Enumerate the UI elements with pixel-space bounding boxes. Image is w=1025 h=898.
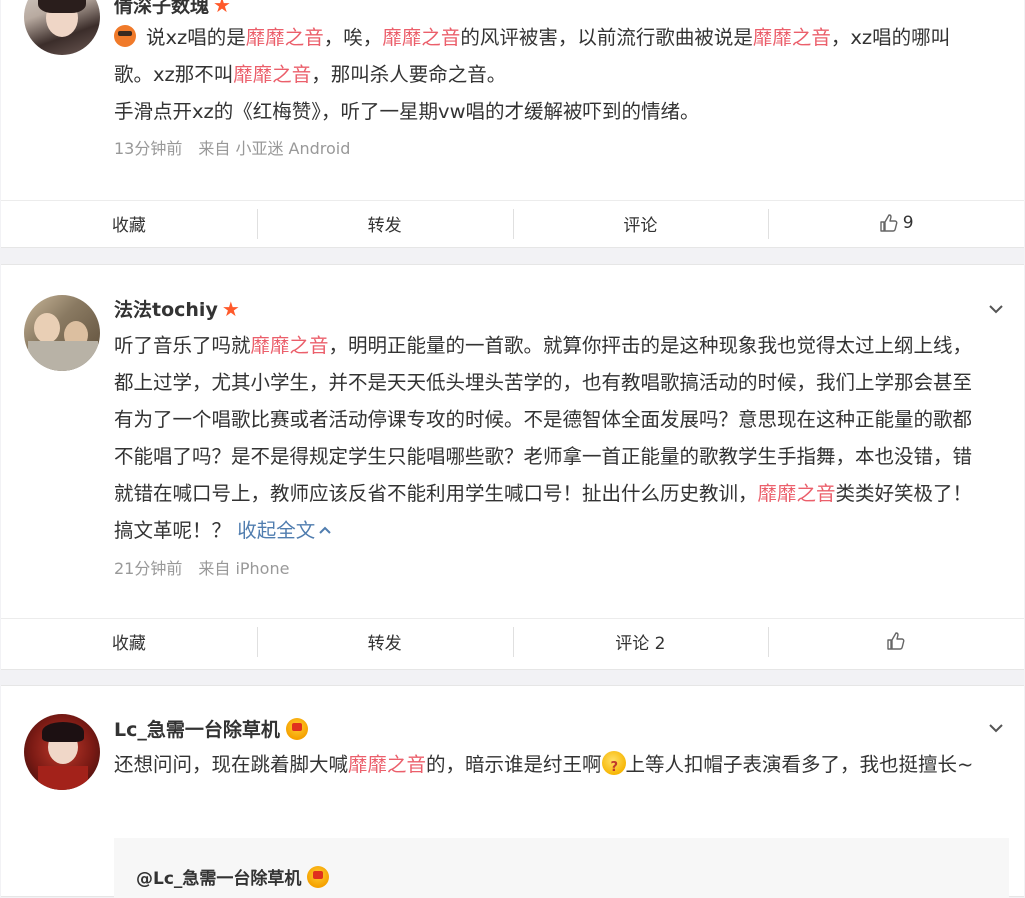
content-paragraph: 听了音乐了吗就靡靡之音，明明正能量的一首歌。就算你抨击的是这种现象我也觉得太过上… (114, 327, 989, 549)
content-text: ，明明正能量的一首歌。就算你抨击的是这种现象我也觉得太过上纲上线，都上过学，尤其… (114, 334, 973, 505)
face-emoji-icon (114, 25, 136, 47)
collapse-text-link[interactable]: 收起全文 (237, 519, 315, 542)
username-text[interactable]: Lc_急需一台除草机 (114, 715, 280, 742)
chevron-down-icon[interactable] (988, 301, 1004, 317)
avatar[interactable] (24, 295, 100, 371)
hashtag-link[interactable]: 靡靡之音 (233, 63, 311, 86)
content-text: 手滑点开xz的《红梅赞》，听了一星期vw唱的才缓解被吓到的情绪。 (114, 100, 700, 123)
hashtag-link[interactable]: 靡靡之音 (348, 753, 426, 776)
content-text: ，那叫杀人要命之音。 (311, 63, 507, 86)
repost-button[interactable]: 转发 (256, 201, 513, 245)
post-content: 说xz唱的是靡靡之音，唉，靡靡之音的风评被害，以前流行歌曲被说是靡靡之音，xz唱… (114, 19, 989, 130)
comment-button[interactable]: 评论 2 (512, 619, 769, 663)
repost-label: 转发 (367, 215, 402, 236)
quoted-post[interactable]: @Lc_急需一台除草机 (114, 838, 1009, 898)
repost-label: 转发 (367, 633, 402, 654)
content-paragraph: 手滑点开xz的《红梅赞》，听了一星期vw唱的才缓解被吓到的情绪。 (114, 93, 989, 130)
username[interactable]: Lc_急需一台除草机 (114, 715, 308, 742)
favorite-label: 收藏 (111, 633, 146, 654)
avatar[interactable] (24, 714, 100, 790)
chevron-down-icon[interactable] (988, 720, 1004, 736)
username-text[interactable]: 倩深子数瑰 (114, 0, 209, 18)
comment-label: 评论 2 (615, 633, 666, 654)
favorite-button[interactable]: 收藏 (1, 619, 257, 663)
like-button[interactable] (768, 619, 1024, 663)
post-meta: 21分钟前 来自 iPhone (114, 559, 290, 578)
action-bar: 收藏 转发 评论 2 (1, 618, 1024, 663)
star-badge-icon: ★ (213, 0, 231, 17)
post-content: 还想问问，现在跳着脚大喊靡靡之音的，暗示谁是纣王啊上等人扣帽子表演看多了，我也挺… (114, 746, 989, 786)
chevron-up-icon[interactable] (318, 524, 332, 538)
like-count: 9 (902, 213, 914, 233)
thumbs-up-icon (880, 214, 898, 232)
username[interactable]: 法法tochiy ★ (114, 295, 240, 322)
comment-button[interactable]: 评论 (512, 201, 769, 245)
post-card: Lc_急需一台除草机 还想问问，现在跳着脚大喊靡靡之音的，暗示谁是纣王啊上等人扣… (1, 685, 1024, 898)
quote-username[interactable]: @Lc_急需一台除草机 (136, 864, 330, 889)
content-paragraph: 还想问问，现在跳着脚大喊靡靡之音的，暗示谁是纣王啊上等人扣帽子表演看多了，我也挺… (114, 746, 989, 786)
content-text: 听了音乐了吗就 (114, 334, 251, 357)
doubt-emoji-icon (601, 749, 626, 786)
crown-badge-icon (285, 717, 308, 740)
content-paragraph: 说xz唱的是靡靡之音，唉，靡靡之音的风评被害，以前流行歌曲被说是靡靡之音，xz唱… (114, 26, 950, 86)
post-meta: 13分钟前 来自 小亚迷 Android (114, 139, 351, 158)
favorite-label: 收藏 (111, 215, 146, 236)
post-card: 法法tochiy ★ 听了音乐了吗就靡靡之音，明明正能量的一首歌。就算你抨击的是… (1, 264, 1024, 670)
star-badge-icon: ★ (221, 296, 240, 321)
like-button[interactable]: 9 (768, 201, 1024, 245)
avatar[interactable] (24, 0, 100, 55)
content-text: 说xz唱的是 (146, 26, 246, 49)
hashtag-link[interactable]: 靡靡之音 (246, 26, 324, 49)
action-bar: 收藏 转发 评论 9 (1, 200, 1024, 245)
post-card: 倩深子数瑰 ★ 说xz唱的是靡靡之音，唉，靡靡之音的风评被害，以前流行歌曲被说是… (1, 0, 1024, 248)
repost-button[interactable]: 转发 (256, 619, 513, 663)
crown-badge-icon (307, 865, 330, 888)
hashtag-link[interactable]: 靡靡之音 (382, 26, 460, 49)
hashtag-link[interactable]: 靡靡之音 (251, 334, 329, 357)
thumbs-up-icon (887, 632, 905, 650)
favorite-button[interactable]: 收藏 (1, 201, 257, 245)
hashtag-link[interactable]: 靡靡之音 (758, 482, 836, 505)
quote-username-text[interactable]: @Lc_急需一台除草机 (136, 864, 301, 889)
username-text[interactable]: 法法tochiy (114, 295, 218, 322)
content-text: 还想问问，现在跳着脚大喊 (114, 753, 349, 776)
username[interactable]: 倩深子数瑰 ★ (114, 0, 231, 18)
hashtag-link[interactable]: 靡靡之音 (753, 26, 831, 49)
content-text: 的风评被害，以前流行歌曲被说是 (460, 26, 753, 49)
post-content: 听了音乐了吗就靡靡之音，明明正能量的一首歌。就算你抨击的是这种现象我也觉得太过上… (114, 327, 989, 549)
content-text: 上等人扣帽子表演看多了，我也挺擅长~ (625, 753, 974, 776)
content-text: 的，暗示谁是纣王啊 (426, 753, 602, 776)
content-text: ，唉， (323, 26, 383, 49)
comment-label: 评论 (623, 215, 658, 236)
